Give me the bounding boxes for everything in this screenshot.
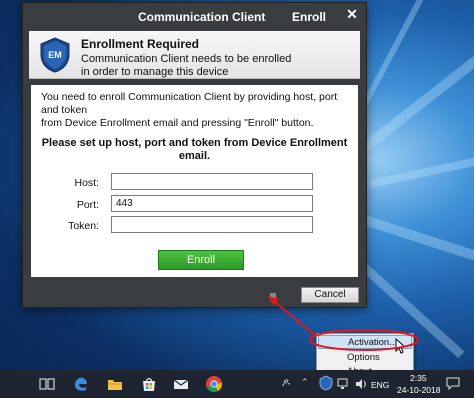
enrollment-form-panel: You need to enroll Communication Client … (31, 85, 358, 277)
network-icon[interactable] (337, 377, 351, 391)
instruction-line1: Please set up host, port and token from … (41, 137, 348, 149)
window-section-title: Enroll (292, 10, 327, 24)
intro-line1: You need to enroll Communication Client … (41, 91, 338, 116)
header-title: Enrollment Required (81, 37, 200, 51)
cancel-button[interactable]: Cancel (301, 287, 359, 303)
action-center-icon[interactable] (446, 376, 460, 390)
communication-client-tray-icon[interactable] (318, 375, 334, 391)
chrome-icon[interactable] (205, 375, 223, 393)
title-bar: Communication Client Enroll ✕ (23, 3, 366, 29)
resize-grip[interactable] (270, 293, 276, 299)
header-description-line2: in order to manage this device (81, 66, 229, 78)
volume-icon[interactable] (354, 377, 368, 391)
em-shield-logo-icon: EM (40, 37, 70, 73)
token-input[interactable] (111, 216, 313, 233)
store-icon[interactable] (140, 375, 158, 393)
windows-taskbar: ዶ ⌃ ENG 2:35 24-10-2018 (0, 370, 474, 398)
enrollment-dialog: Communication Client Enroll ✕ EM Enrollm… (22, 2, 367, 308)
close-button[interactable]: ✕ (344, 7, 360, 21)
intro-line2: from Device Enrollment email and pressin… (41, 117, 314, 129)
intro-text: You need to enroll Communication Client … (41, 91, 351, 130)
port-input[interactable] (111, 195, 313, 212)
show-hidden-icons-chevron-icon[interactable]: ⌃ (301, 377, 309, 388)
token-label: Token: (68, 220, 99, 232)
input-language-indicator[interactable]: ENG (371, 380, 389, 390)
mouse-cursor-icon (395, 338, 407, 354)
instruction-line2: email. (178, 150, 211, 162)
edge-icon[interactable] (72, 375, 90, 393)
logo-text: EM (48, 50, 62, 60)
header-description-line1: Communication Client needs to be enrolle… (81, 53, 292, 65)
window-title: Communication Client (138, 10, 266, 24)
host-label: Host: (74, 177, 99, 189)
port-label: Port: (76, 199, 99, 211)
header-description: Communication Client needs to be enrolle… (81, 53, 291, 79)
instruction-text: Please set up host, port and token from … (31, 137, 358, 163)
clock-date[interactable]: 24-10-2018 (397, 385, 440, 395)
enroll-button[interactable]: Enroll (158, 250, 244, 270)
file-explorer-icon[interactable] (106, 375, 124, 393)
people-icon[interactable]: ዶ (282, 377, 290, 390)
mail-icon[interactable] (172, 375, 190, 393)
clock-time[interactable]: 2:35 (410, 373, 427, 383)
task-view-icon[interactable] (38, 375, 56, 393)
enrollment-header: EM Enrollment Required Communication Cli… (29, 31, 360, 79)
host-input[interactable] (111, 173, 313, 190)
